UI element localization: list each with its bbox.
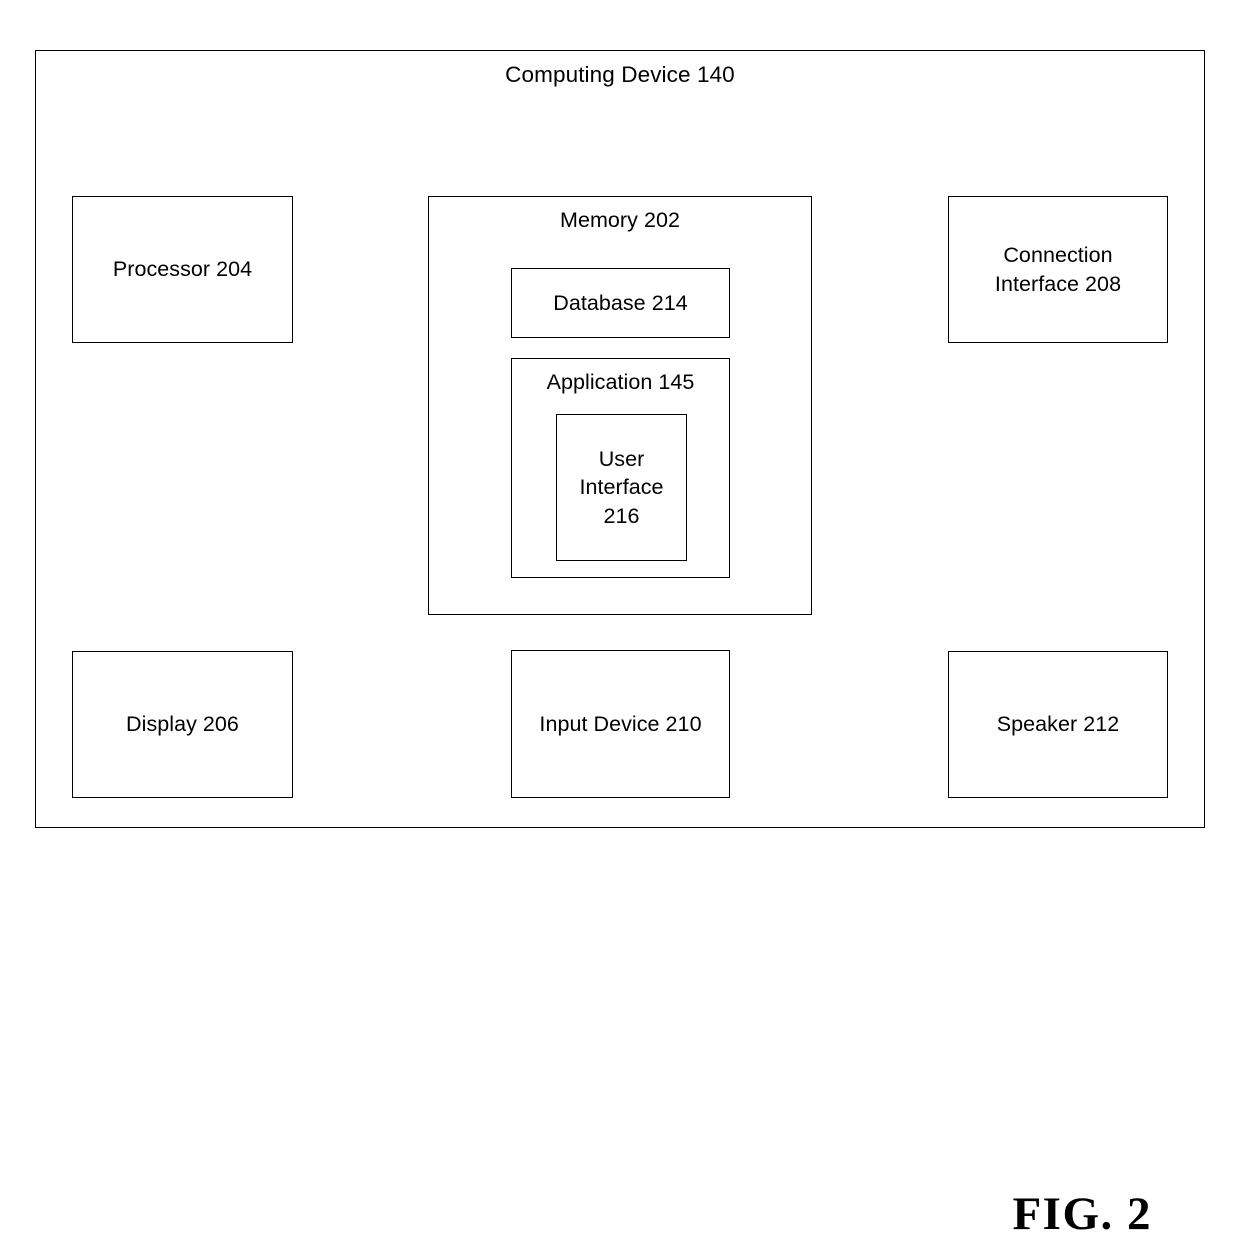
user-interface-label: User Interface 216: [579, 446, 664, 528]
processor-label: Processor 204: [112, 257, 253, 282]
speaker-label: Speaker 212: [996, 712, 1120, 737]
database-block: Database 214: [511, 268, 730, 338]
input-device-block: Input Device 210: [511, 650, 730, 798]
computing-device-title: Computing Device 140: [505, 62, 735, 87]
display-block: Display 206: [72, 651, 293, 798]
connection-interface-block: Connection Interface 208: [948, 196, 1168, 343]
processor-block: Processor 204: [72, 196, 293, 343]
application-title: Application 145: [546, 370, 695, 394]
connection-interface-label: Connection Interface 208: [994, 243, 1122, 296]
memory-title: Memory 202: [560, 208, 680, 232]
figure-caption: FIG. 2: [1012, 1188, 1152, 1240]
user-interface-block: User Interface 216: [556, 414, 687, 561]
database-label: Database 214: [553, 290, 688, 315]
input-device-label: Input Device 210: [539, 711, 702, 736]
speaker-block: Speaker 212: [948, 651, 1168, 798]
display-label: Display 206: [126, 712, 239, 737]
